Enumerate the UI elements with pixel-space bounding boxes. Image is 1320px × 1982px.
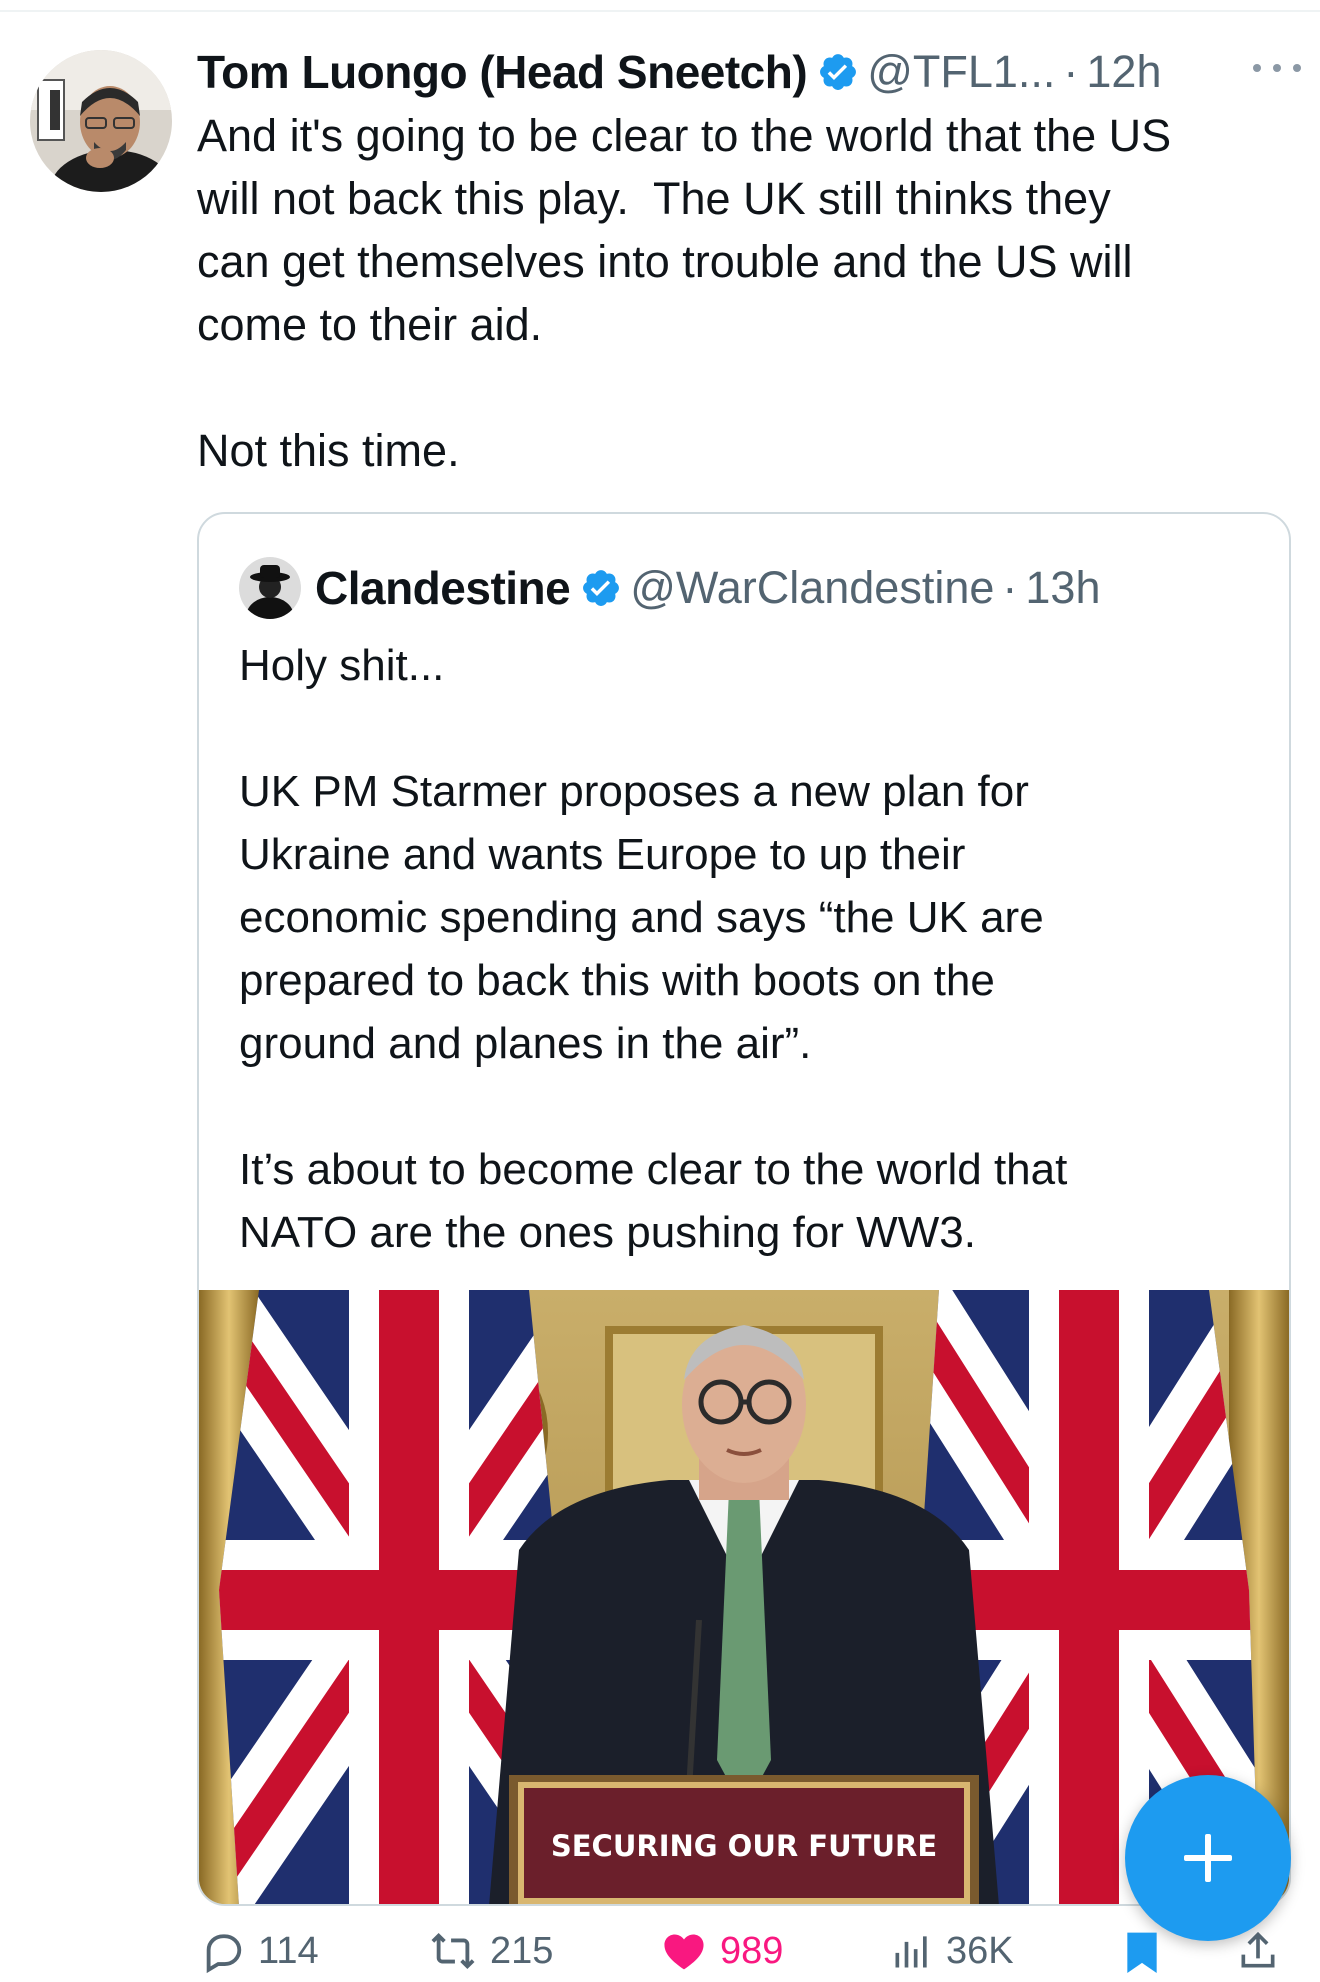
plus-icon [1184, 1834, 1232, 1882]
repost-count: 215 [490, 1929, 554, 1972]
reply-button[interactable]: 114 [200, 1926, 319, 1976]
quote-author-avatar [239, 557, 301, 619]
share-icon [1241, 1931, 1275, 1968]
top-divider [0, 10, 1320, 12]
repost-button[interactable]: 215 [428, 1926, 553, 1976]
separator-dot: · [1063, 46, 1079, 97]
tweet-time[interactable]: 12h [1086, 46, 1161, 98]
like-button[interactable]: 989 [660, 1926, 783, 1976]
verified-icon [583, 570, 620, 606]
tweet-header: Tom Luongo (Head Sneetch) @TFL1... · 12h [197, 42, 1307, 102]
more-icon[interactable] [1247, 48, 1307, 88]
views-button[interactable]: 36K [890, 1926, 1014, 1976]
share-button[interactable] [1236, 1926, 1292, 1976]
compose-button[interactable] [1125, 1775, 1291, 1941]
quote-author-handle: @WarClandestine [630, 562, 995, 613]
quote-media-image[interactable]: SECURING OUR FUTURE [199, 1290, 1289, 1904]
author-name[interactable]: Tom Luongo (Head Sneetch) [197, 45, 808, 99]
like-icon [664, 1934, 704, 1970]
repost-icon [431, 1932, 475, 1970]
verified-icon [820, 54, 857, 90]
views-count: 36K [946, 1929, 1014, 1972]
reply-icon [206, 1934, 242, 1974]
separator-dot: · [1002, 562, 1018, 613]
reply-count: 114 [258, 1929, 319, 1972]
quote-tweet-card[interactable]: Clandestine @WarClandestine · 13h Holy s… [197, 512, 1291, 1906]
quote-text: Holy shit... UK PM Starmer proposes a ne… [239, 641, 1068, 1257]
views-icon [895, 1936, 927, 1968]
like-count: 989 [720, 1929, 784, 1972]
author-avatar[interactable] [30, 50, 172, 192]
author-handle[interactable]: @TFL1... [867, 46, 1055, 98]
bookmark-icon [1127, 1932, 1157, 1973]
podium-label: SECURING OUR FUTURE [551, 1829, 937, 1863]
bookmark-button[interactable] [1120, 1926, 1176, 1976]
quote-header: Clandestine @WarClandestine · 13h [239, 556, 1100, 620]
tweet-text: And it's going to be clear to the world … [197, 110, 1172, 476]
quote-time: 13h [1025, 562, 1101, 613]
action-bar: 114 215 989 36K [0, 1920, 1320, 1982]
quote-author-name: Clandestine [315, 562, 571, 614]
